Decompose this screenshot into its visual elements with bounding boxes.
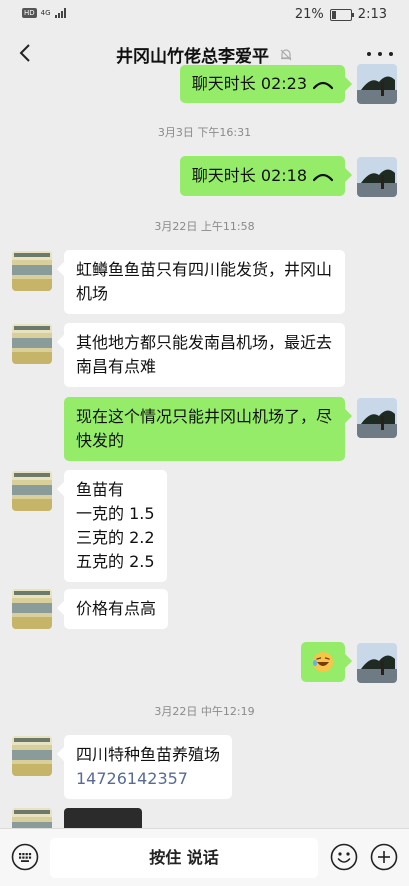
my-avatar[interactable]: [357, 157, 397, 197]
status-right: 21% 2:13: [295, 7, 387, 22]
call-record-bubble[interactable]: 聊天时长 02:18: [179, 156, 345, 196]
contact-avatar[interactable]: [12, 808, 52, 828]
signal-icon: [54, 8, 66, 18]
phone-hangup-icon: [312, 73, 334, 97]
message-line: 一克的 1.5: [76, 504, 155, 523]
hd-badge: HD: [22, 8, 37, 18]
contact-avatar[interactable]: [12, 589, 52, 629]
incoming-message[interactable]: 其他地方都只能发南昌机场，最近去南昌有点难: [64, 323, 345, 387]
contact-avatar[interactable]: [12, 324, 52, 364]
incoming-message[interactable]: 鱼苗有 一克的 1.5 三克的 2.2 五克的 2.5: [64, 470, 167, 582]
timestamp: 3月22日 上午11:58: [154, 220, 255, 233]
message-line: 三克的 2.2: [76, 528, 155, 547]
status-left: HD 4G: [22, 8, 66, 18]
status-bar: HD 4G 21% 2:13: [0, 0, 409, 30]
message-line: 四川特种鱼苗养殖场: [76, 745, 221, 764]
emoji-icon[interactable]: [330, 843, 358, 871]
contact-avatar[interactable]: [12, 251, 52, 291]
timestamp: 3月22日 中午12:19: [154, 705, 255, 718]
outgoing-emoji-message[interactable]: [301, 642, 345, 682]
battery-icon: [329, 8, 354, 21]
input-bar: 按住 说话: [0, 828, 409, 886]
incoming-message[interactable]: 虹鳟鱼鱼苗只有四川能发货，井冈山机场: [64, 250, 345, 314]
laughing-tears-emoji-icon: [312, 651, 334, 680]
call-duration-text: 聊天时长 02:18: [191, 166, 307, 185]
chat-title-wrap: 井冈山竹佬总李爱平: [0, 42, 409, 67]
clock: 2:13: [357, 7, 387, 22]
message-line: 鱼苗有: [76, 480, 125, 499]
my-avatar[interactable]: [357, 398, 397, 438]
more-icon[interactable]: [367, 44, 393, 64]
incoming-message[interactable]: 价格有点高: [64, 589, 169, 629]
message-line: 五克的 2.5: [76, 552, 155, 571]
timestamp: 3月3日 下午16:31: [157, 126, 252, 139]
contact-avatar[interactable]: [12, 736, 52, 776]
my-avatar[interactable]: [357, 643, 397, 683]
chat-title: 井冈山竹佬总李爱平: [116, 47, 270, 67]
phone-number-link[interactable]: 14726142357: [76, 767, 220, 791]
contact-avatar[interactable]: [12, 471, 52, 511]
keyboard-voice-icon[interactable]: [11, 843, 39, 871]
mute-bell-icon: [279, 47, 293, 67]
call-record-bubble[interactable]: 聊天时长 02:23: [179, 65, 345, 103]
call-duration-text: 聊天时长 02:23: [191, 74, 307, 93]
hold-to-talk-button[interactable]: 按住 说话: [50, 838, 318, 878]
outgoing-message[interactable]: 现在这个情况只能井冈山机场了，尽快发的: [64, 397, 345, 461]
plus-icon[interactable]: [370, 843, 398, 871]
battery-percent: 21%: [294, 7, 324, 22]
incoming-message[interactable]: 四川特种鱼苗养殖场 14726142357: [64, 735, 233, 799]
phone-hangup-icon: [312, 165, 334, 189]
my-avatar[interactable]: [357, 64, 397, 104]
network-type: 4G: [40, 9, 51, 17]
incoming-image-message[interactable]: [64, 808, 142, 828]
